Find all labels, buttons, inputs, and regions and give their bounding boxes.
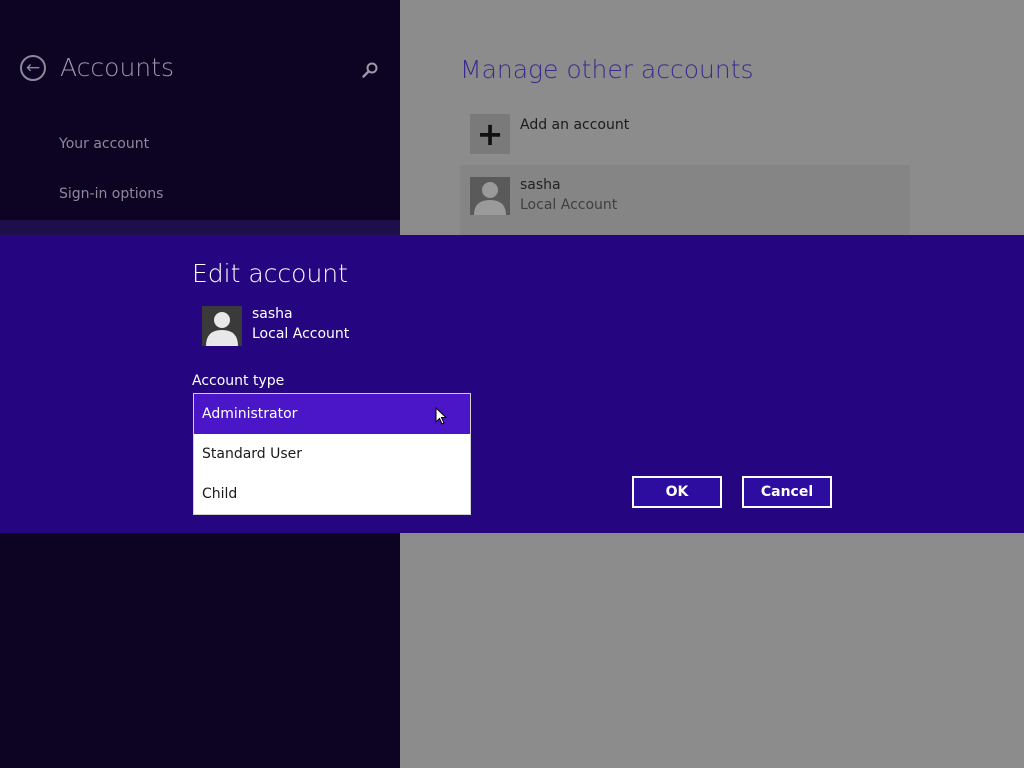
dialog-user-type: Local Account: [252, 326, 350, 342]
option-standard-user[interactable]: Standard User: [194, 434, 470, 474]
account-type: Local Account: [520, 197, 618, 213]
add-account-button[interactable]: +: [470, 114, 510, 154]
user-silhouette-icon: [206, 312, 238, 346]
account-list-item[interactable]: sasha Local Account: [460, 165, 910, 235]
page-title: Accounts: [60, 53, 174, 82]
nav-item-selected[interactable]: [0, 220, 400, 236]
account-type-label: Account type: [192, 373, 285, 389]
dialog-title: Edit account: [192, 259, 348, 288]
option-administrator[interactable]: Administrator: [194, 394, 470, 434]
dialog-user-name: sasha: [252, 306, 293, 322]
back-button[interactable]: ←: [20, 55, 46, 81]
account-type-dropdown[interactable]: Administrator Standard User Child: [193, 393, 471, 515]
user-silhouette-icon: [474, 182, 506, 215]
avatar: [470, 177, 510, 215]
ok-button[interactable]: OK: [632, 476, 722, 508]
account-name: sasha: [520, 177, 561, 193]
section-title: Manage other accounts: [460, 55, 754, 84]
avatar: [202, 306, 242, 346]
cancel-button[interactable]: Cancel: [742, 476, 832, 508]
edit-account-dialog: Edit account sasha Local Account Account…: [0, 235, 1024, 533]
plus-icon: +: [476, 115, 504, 153]
nav-item-your-account[interactable]: Your account: [59, 136, 149, 152]
back-arrow-icon: ←: [25, 57, 41, 78]
mouse-pointer-icon: [435, 407, 447, 425]
add-account-label[interactable]: Add an account: [520, 117, 629, 133]
option-child[interactable]: Child: [194, 474, 470, 514]
search-icon[interactable]: [361, 61, 379, 79]
nav-item-sign-in-options[interactable]: Sign-in options: [59, 186, 163, 202]
